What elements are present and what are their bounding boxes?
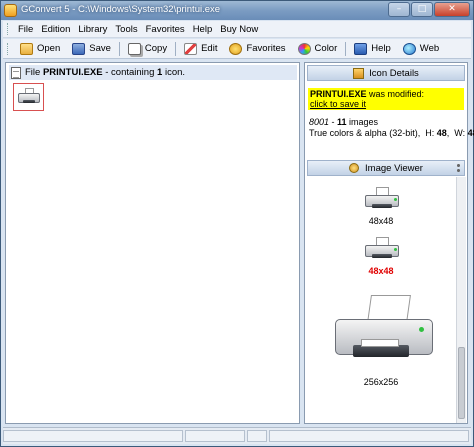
status-cell [3,430,183,442]
toolbar: Open Save Copy Edit Favorites Color Help [3,39,471,59]
favorites-label: Favorites [246,43,286,54]
images-word: images [346,117,379,127]
menu-buy-now[interactable]: Buy Now [216,24,262,35]
book-icon [354,42,368,55]
width-value: 48 [467,128,474,138]
menu-grip [7,23,10,35]
app-window: GConvert 5 - C:\Windows\System32\printui… [0,0,474,447]
icon-details-header[interactable]: Icon Details [307,65,465,81]
help-button[interactable]: Help [348,40,397,57]
menu-help[interactable]: Help [189,24,217,35]
icon-id: 8001 [309,117,330,127]
close-button[interactable]: ✕ [434,2,470,17]
modified-notice: PRINTUI.EXE was modified: click to save … [308,88,464,110]
menu-tools[interactable]: Tools [111,24,141,35]
image-count: 11 [337,117,347,127]
printer-icon [18,88,40,106]
status-cell [247,430,267,442]
edit-button[interactable]: Edit [178,40,223,57]
modified-text: was modified: [366,89,425,99]
width-text: , W: [446,128,468,138]
format-text: True colors & alpha (32-bit), H: [309,128,437,138]
status-cell [269,430,469,442]
open-button[interactable]: Open [14,40,66,57]
image-size-label: 256x256 [363,377,399,387]
details-icon [353,67,365,79]
color-button[interactable]: Color [292,40,344,57]
copy-icon [127,42,141,55]
help-label: Help [371,43,391,54]
star-icon [229,42,243,55]
save-label: Save [89,43,111,54]
copy-label: Copy [144,43,168,54]
palette-icon [297,42,311,55]
file-name: PRINTUI.EXE [42,67,103,78]
window-controls: – □ ✕ [387,2,470,17]
globe-icon [402,42,416,55]
icon-details: 8001 - 11 images True colors & alpha (32… [309,117,474,139]
file-panel: File PRINTUI.EXE - containing 1 icon. [5,62,300,424]
toolbar-grip [7,42,10,55]
viewer-scrollbar[interactable] [456,177,466,423]
maximize-button[interactable]: □ [411,2,433,17]
menu-bar: File Edition Library Tools Favorites Hel… [3,21,471,38]
viewer-icon [349,163,360,173]
edit-label: Edit [201,43,218,54]
details-dash: - [329,117,338,127]
menu-file[interactable]: File [14,24,37,35]
icon-details-title: Icon Details [369,67,419,79]
height-value: 48 [436,128,447,138]
color-label: Color [314,43,338,54]
pencil-icon [184,42,198,55]
status-bar [3,427,471,444]
file-prefix: File [25,67,41,78]
menu-edition[interactable]: Edition [37,24,74,35]
window-title: GConvert 5 - C:\Windows\System32\printui… [21,4,221,15]
status-cell [185,430,245,442]
image-size-label: 48x48 [368,216,394,226]
file-suffix: icon. [162,67,186,78]
open-label: Open [37,43,61,54]
menu-library[interactable]: Library [74,24,111,35]
printer-image-large[interactable] [335,295,433,365]
save-link[interactable]: click to save it [310,99,366,109]
folder-icon [20,42,33,55]
grip-icon[interactable] [456,163,461,174]
toolbar-separator [175,41,177,56]
scrollbar-thumb[interactable] [458,347,465,419]
details-panel: Icon Details PRINTUI.EXE was modified: c… [304,62,474,424]
image-viewer-title: Image Viewer [365,162,423,174]
printer-image-selected[interactable] [365,237,399,261]
save-button[interactable]: Save [66,40,117,57]
file-middle: - containing [102,67,158,78]
printer-image[interactable] [365,187,399,211]
image-size-label-selected: 48x48 [368,266,394,276]
modified-file-name: PRINTUI.EXE [310,89,367,99]
minimize-button[interactable]: – [388,2,410,17]
image-viewer: 48x48 48x48 256x256 [307,177,455,423]
toolbar-separator [345,41,347,56]
web-label: Web [419,43,440,54]
image-viewer-header[interactable]: Image Viewer [307,160,465,176]
title-bar[interactable]: GConvert 5 - C:\Windows\System32\printui… [1,1,473,20]
copy-button[interactable]: Copy [122,40,173,57]
app-icon [4,4,17,17]
toolbar-separator [118,41,120,56]
menu-favorites[interactable]: Favorites [142,24,189,35]
floppy-icon [72,42,86,55]
web-button[interactable]: Web [397,40,445,57]
document-icon [11,66,21,79]
file-header: File PRINTUI.EXE - containing 1 icon. [9,65,297,80]
icon-thumbnail[interactable] [13,83,44,111]
favorites-button[interactable]: Favorites [223,40,291,57]
